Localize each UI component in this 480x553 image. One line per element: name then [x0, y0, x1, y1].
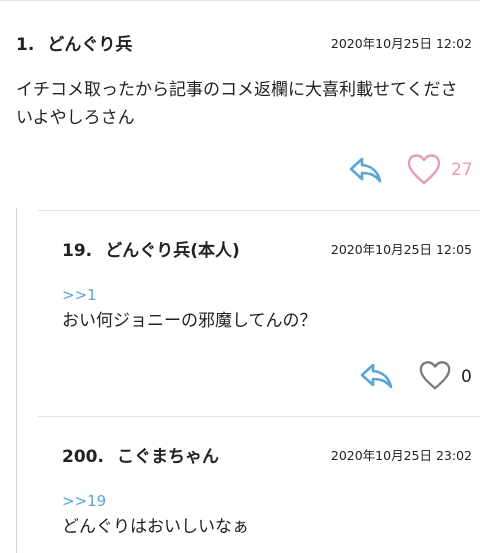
comment-number: 1. [16, 35, 35, 55]
heart-icon [419, 361, 451, 390]
comment-body: どんぐりはおいしいなぁ [62, 517, 249, 537]
comment-date: 2020年10月25日 23:02 [330, 448, 472, 463]
comment-number: 19. [62, 241, 93, 261]
reply-button[interactable] [347, 154, 385, 186]
like-button[interactable] [418, 359, 452, 393]
comment-author[interactable]: どんぐり兵 [47, 35, 132, 55]
reply-anchor-link[interactable]: >>1 [62, 286, 97, 304]
comment-number: 200. [62, 447, 104, 467]
reply-arrow-icon [349, 157, 382, 183]
comment-1: 1. どんぐり兵 2020年10月25日 12:02 イチコメ取ったから記事のコ… [0, 0, 480, 200]
reply-anchor-link[interactable]: >>19 [62, 492, 106, 510]
heart-icon [407, 154, 441, 185]
like-count: 0 [461, 367, 472, 387]
reply-arrow-icon [360, 363, 393, 389]
reply-button[interactable] [358, 360, 396, 392]
comment-author[interactable]: こぐまちゃん [117, 447, 219, 467]
like-button[interactable] [406, 152, 442, 188]
comment-19: 19. どんぐり兵(本人) 2020年10月25日 12:05 >>1 おい何ジ… [0, 211, 480, 416]
comment-date: 2020年10月25日 12:02 [330, 36, 472, 51]
comment-body: おい何ジョニーの邪魔してんの？ [62, 311, 317, 331]
comment-body: イチコメ取ったから記事のコメ返欄に大喜利載せてくださいよやしろさん [16, 80, 458, 128]
like-count: 27 [451, 160, 473, 180]
comment-author[interactable]: どんぐり兵(本人) [105, 241, 240, 261]
comment-200: 200. こぐまちゃん 2020年10月25日 23:02 >>19 どんぐりは… [0, 417, 480, 553]
comment-date: 2020年10月25日 12:05 [330, 242, 472, 257]
